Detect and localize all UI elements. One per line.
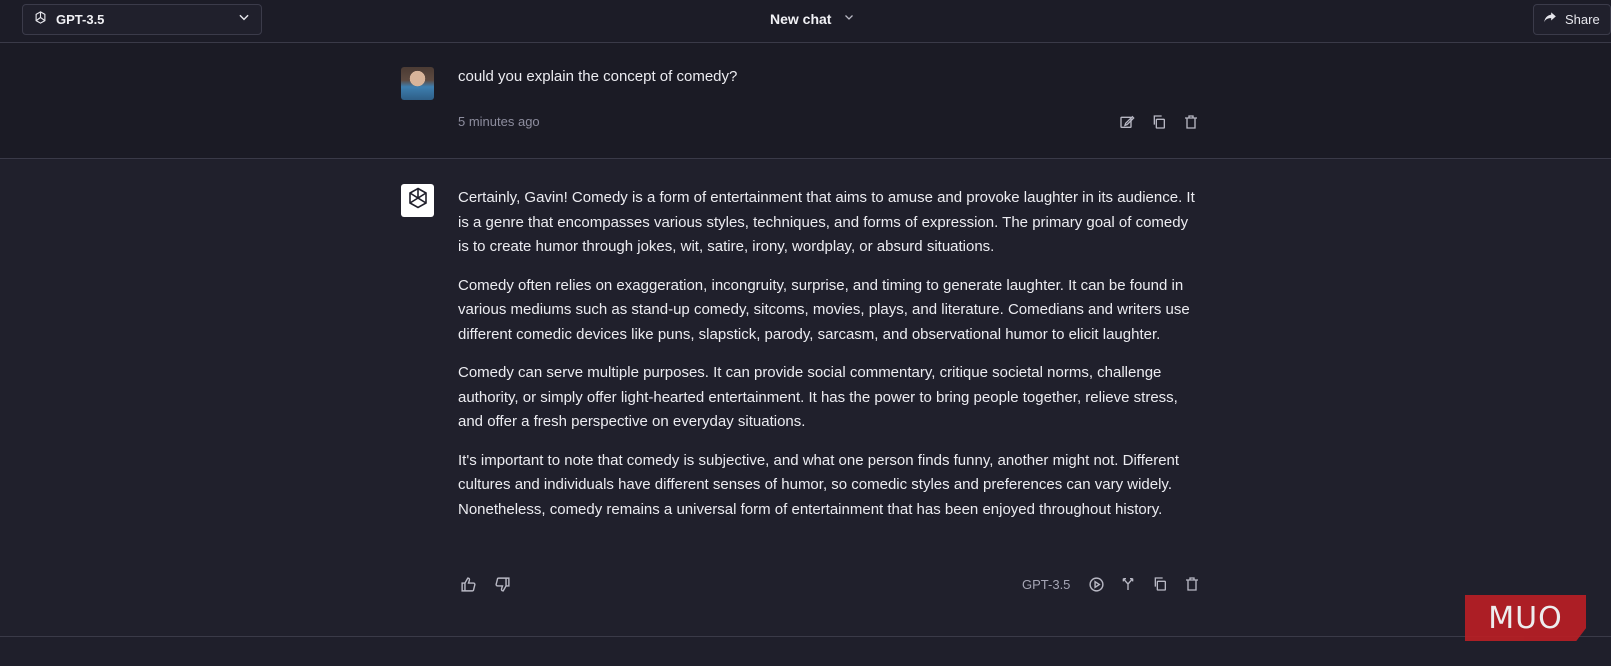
- user-message-actions: [1117, 112, 1201, 132]
- chevron-down-icon: [237, 10, 251, 29]
- thumbs-down-icon[interactable]: [492, 574, 512, 594]
- user-avatar: [401, 67, 434, 100]
- user-message-text: could you explain the concept of comedy?: [458, 68, 738, 85]
- top-bar: GPT-3.5 New chat Share: [0, 0, 1611, 43]
- assistant-avatar: [401, 184, 434, 217]
- chevron-down-icon: [843, 10, 855, 28]
- chat-title: New chat: [770, 11, 832, 27]
- muo-watermark-logo: MUO: [1465, 595, 1586, 641]
- openai-logo-icon: [406, 186, 430, 215]
- trash-icon[interactable]: [1182, 574, 1202, 594]
- feedback-buttons: [458, 574, 512, 594]
- copy-icon[interactable]: [1149, 112, 1169, 132]
- thumbs-up-icon[interactable]: [458, 574, 478, 594]
- model-selector[interactable]: GPT-3.5: [22, 4, 262, 35]
- message-paragraph: It's important to note that comedy is su…: [458, 451, 1180, 518]
- trash-icon[interactable]: [1181, 112, 1201, 132]
- assistant-message-row: Certainly, Gavin! Comedy is a form of en…: [0, 160, 1611, 637]
- copy-icon[interactable]: [1150, 574, 1170, 594]
- share-label: Share: [1565, 12, 1600, 27]
- assistant-message-text: Certainly, Gavin! Comedy is a form of en…: [458, 186, 1203, 536]
- watermark-text: MUO: [1488, 600, 1563, 636]
- assistant-message-actions: GPT-3.5: [1022, 574, 1202, 594]
- model-tag: GPT-3.5: [1022, 576, 1071, 592]
- play-icon[interactable]: [1086, 574, 1106, 594]
- message-timestamp: 5 minutes ago: [458, 114, 540, 129]
- message-paragraph: Comedy often relies on exaggeration, inc…: [458, 276, 1190, 343]
- message-paragraph: Comedy can serve multiple purposes. It c…: [458, 364, 1178, 430]
- message-paragraph: Certainly, Gavin! Comedy is a form of en…: [458, 189, 1195, 255]
- edit-icon[interactable]: [1117, 112, 1137, 132]
- user-message-row: could you explain the concept of comedy?…: [0, 43, 1611, 159]
- share-button[interactable]: Share: [1533, 4, 1611, 35]
- chat-title-menu[interactable]: New chat: [770, 10, 855, 28]
- branch-icon[interactable]: [1118, 574, 1138, 594]
- openai-logo-icon: [33, 10, 48, 30]
- share-arrow-icon: [1543, 10, 1557, 29]
- bottom-area: [0, 638, 1611, 666]
- model-selector-label: GPT-3.5: [56, 12, 105, 27]
